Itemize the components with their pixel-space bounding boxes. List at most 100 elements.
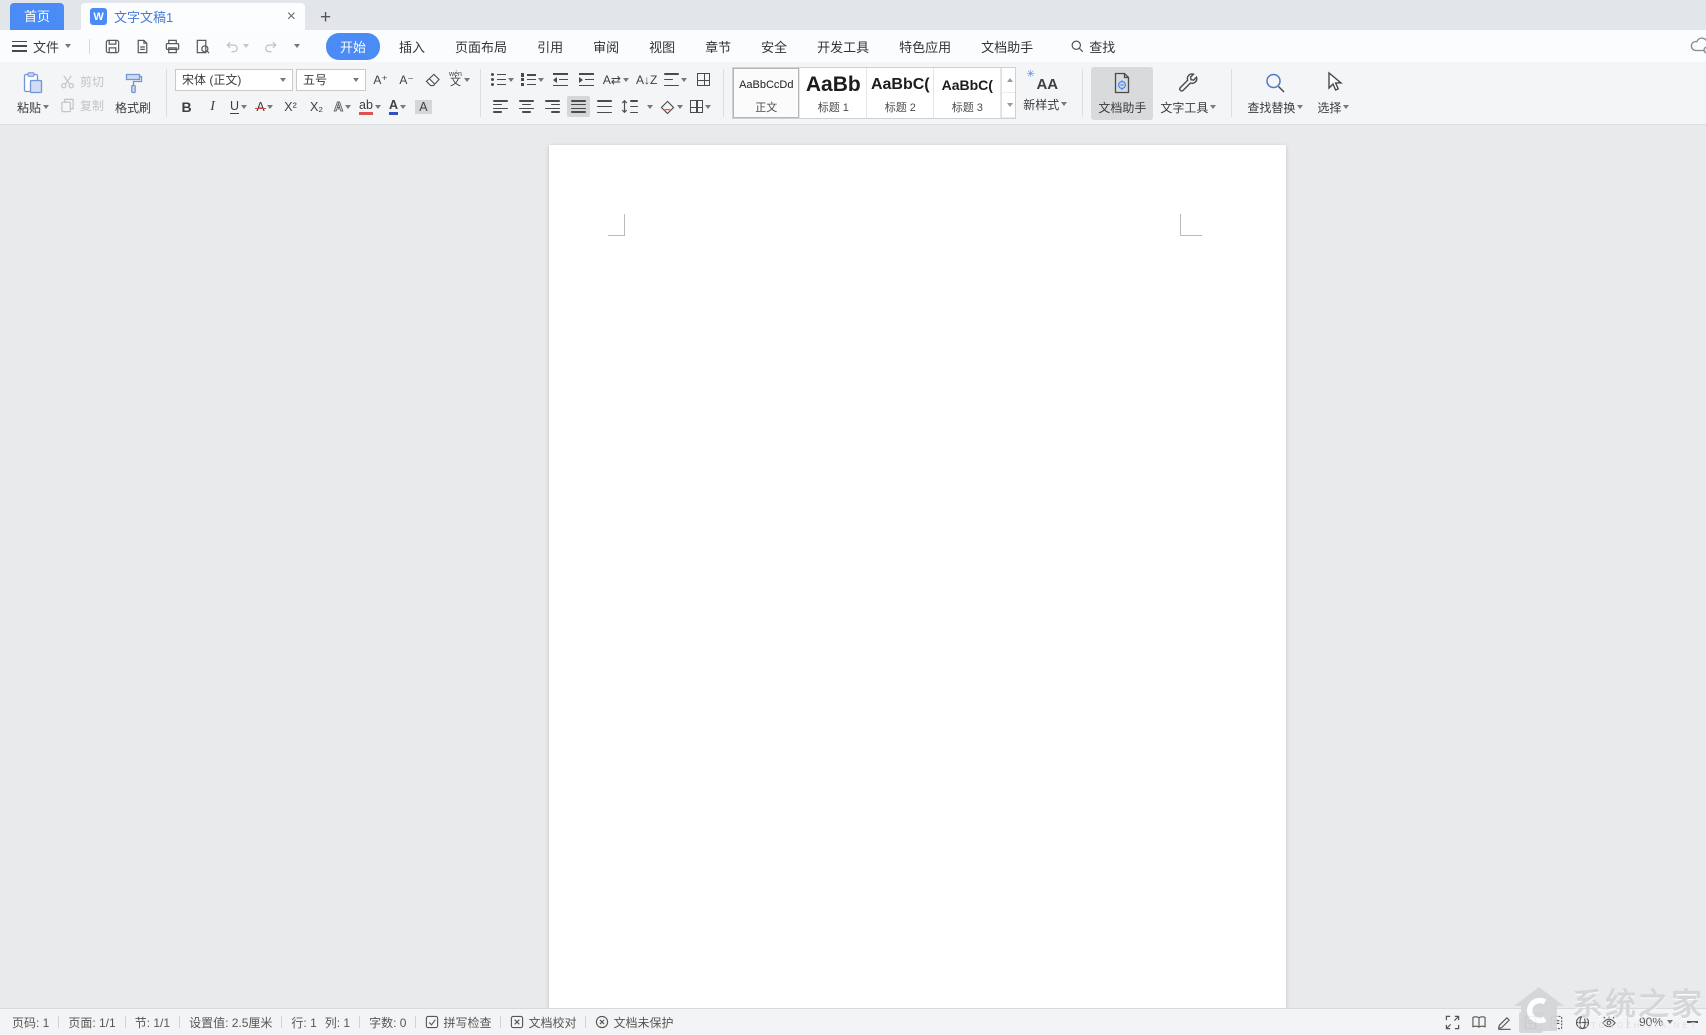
status-word-count[interactable]: 字数: 0 xyxy=(365,1014,410,1031)
font-color-glyph: A xyxy=(389,99,398,116)
shading-button[interactable] xyxy=(658,96,685,117)
writer-doc-icon: W xyxy=(90,8,107,25)
new-tab-button[interactable]: + xyxy=(320,8,331,27)
find-replace-button[interactable]: 查找替换 xyxy=(1240,67,1310,120)
bullet-list-button[interactable] xyxy=(489,69,516,90)
doc-assistant-button[interactable]: 文档助手 xyxy=(1091,67,1153,120)
style-gallery-more[interactable] xyxy=(1002,93,1015,118)
document-canvas[interactable] xyxy=(0,126,1706,1008)
web-view-icon[interactable] xyxy=(1571,1012,1595,1033)
doc-proofread-button[interactable]: 文档校对 xyxy=(506,1014,580,1031)
highlight-color-button[interactable]: ab xyxy=(357,97,383,118)
menu-item-insert[interactable]: 插入 xyxy=(388,33,436,60)
menu-item-section[interactable]: 章节 xyxy=(694,33,742,60)
spell-check-button[interactable]: 拼写检查 xyxy=(421,1014,495,1031)
doc-protection-button[interactable]: 文档未保护 xyxy=(591,1014,677,1031)
document-page[interactable] xyxy=(549,145,1286,1008)
outline-view-icon[interactable] xyxy=(1545,1012,1569,1033)
eye-protection-icon[interactable] xyxy=(1597,1012,1621,1033)
close-tab-icon[interactable]: × xyxy=(287,9,296,25)
status-section: 节: 1/1 xyxy=(131,1014,174,1031)
increase-indent-button[interactable] xyxy=(575,69,598,90)
char-scale-button[interactable]: A⇄ xyxy=(601,69,631,90)
zoom-level-button[interactable]: 90% xyxy=(1639,1015,1673,1029)
font-name-select[interactable]: 宋体 (正文) xyxy=(175,69,293,91)
page-view-icon[interactable] xyxy=(1519,1012,1543,1033)
superscript-button[interactable]: X² xyxy=(279,97,302,118)
undo-icon[interactable] xyxy=(224,38,249,55)
line-spacing-button[interactable] xyxy=(619,96,655,117)
export-icon[interactable] xyxy=(134,38,151,55)
text-tool-label: 文字工具 xyxy=(1160,99,1208,116)
numbered-list-button[interactable] xyxy=(519,69,546,90)
style-normal[interactable]: AaBbCcDd 正文 xyxy=(733,68,800,118)
format-painter-button[interactable]: 格式刷 xyxy=(108,67,158,120)
paragraph-marks-button[interactable] xyxy=(662,69,689,90)
hamburger-icon[interactable] xyxy=(12,41,27,52)
find-button[interactable]: 查找 xyxy=(1070,37,1115,56)
text-tool-button[interactable]: 文字工具 xyxy=(1153,67,1223,120)
clear-format-icon[interactable] xyxy=(421,69,444,90)
char-shading-button[interactable]: A xyxy=(412,97,435,118)
new-style-button[interactable]: ✳AA 新样式 xyxy=(1016,70,1074,117)
paste-button[interactable]: 粘贴 xyxy=(10,67,56,120)
distribute-button[interactable] xyxy=(593,96,616,117)
decrease-font-button[interactable]: A⁻ xyxy=(395,69,418,90)
italic-button[interactable]: I xyxy=(201,97,224,118)
phonetic-guide-button[interactable]: wén文 xyxy=(447,69,472,90)
menu-item-special-features[interactable]: 特色应用 xyxy=(888,33,962,60)
align-right-button[interactable] xyxy=(541,96,564,117)
status-line: 行: 1 xyxy=(287,1014,320,1031)
align-left-button[interactable] xyxy=(489,96,512,117)
paragraph-layout-icon xyxy=(697,73,710,86)
cut-button[interactable]: 剪切 xyxy=(60,73,104,90)
cloud-sync-icon[interactable] xyxy=(1689,35,1706,55)
format-painter-label: 格式刷 xyxy=(115,99,151,116)
font-size-select[interactable]: 五号 xyxy=(296,69,366,91)
select-button[interactable]: 选择 xyxy=(1310,67,1356,120)
subscript-button[interactable]: X₂ xyxy=(305,97,328,118)
cut-label: 剪切 xyxy=(80,73,104,90)
style-heading3[interactable]: AaBbC( 标题 3 xyxy=(934,68,1001,118)
customize-quick-access-icon[interactable] xyxy=(292,44,300,48)
text-effects-button[interactable]: A xyxy=(331,97,354,118)
menu-item-review[interactable]: 审阅 xyxy=(582,33,630,60)
copy-button[interactable]: 复制 xyxy=(60,97,104,114)
justify-button[interactable] xyxy=(567,96,590,117)
align-center-button[interactable] xyxy=(515,96,538,117)
print-preview-icon[interactable] xyxy=(194,38,211,55)
style-gallery-scroll-up[interactable] xyxy=(1002,68,1015,93)
save-icon[interactable] xyxy=(104,38,121,55)
bold-button[interactable]: B xyxy=(175,97,198,118)
menu-item-references[interactable]: 引用 xyxy=(526,33,574,60)
fullscreen-icon[interactable] xyxy=(1441,1012,1465,1033)
menu-item-view[interactable]: 视图 xyxy=(638,33,686,60)
style-heading2[interactable]: AaBbC( 标题 2 xyxy=(867,68,934,118)
paragraph-layout-button[interactable] xyxy=(692,69,715,90)
menu-item-page-layout[interactable]: 页面布局 xyxy=(444,33,518,60)
file-menu-button[interactable]: 文件 xyxy=(33,37,71,56)
spell-check-label: 拼写检查 xyxy=(443,1014,491,1031)
tab-document[interactable]: W 文字文稿1 × xyxy=(81,3,305,30)
font-color-button[interactable]: A xyxy=(386,97,409,118)
status-bar: 页码: 1 页面: 1/1 节: 1/1 设置值: 2.5厘米 行: 1 列: … xyxy=(0,1008,1706,1035)
redo-icon[interactable] xyxy=(262,38,279,55)
decrease-indent-button[interactable] xyxy=(549,69,572,90)
menu-item-dev-tools[interactable]: 开发工具 xyxy=(806,33,880,60)
style-heading1[interactable]: AaBb 标题 1 xyxy=(800,68,867,118)
char-shading-glyph: A xyxy=(415,100,431,114)
tab-home[interactable]: 首页 xyxy=(10,3,64,30)
strikethrough-button[interactable]: A xyxy=(253,97,276,118)
menu-item-home[interactable]: 开始 xyxy=(326,33,380,60)
print-icon[interactable] xyxy=(164,38,181,55)
menu-item-doc-assistant[interactable]: 文档助手 xyxy=(970,33,1044,60)
divider xyxy=(1231,69,1232,117)
zoom-out-icon[interactable] xyxy=(1687,1021,1698,1023)
increase-font-button[interactable]: A⁺ xyxy=(369,69,392,90)
borders-button[interactable] xyxy=(688,96,713,117)
menu-item-security[interactable]: 安全 xyxy=(750,33,798,60)
read-layout-icon[interactable] xyxy=(1467,1012,1491,1033)
underline-button[interactable]: U xyxy=(227,97,250,118)
sort-button[interactable]: A↓Z xyxy=(634,69,659,90)
edit-mode-icon[interactable] xyxy=(1493,1012,1517,1033)
